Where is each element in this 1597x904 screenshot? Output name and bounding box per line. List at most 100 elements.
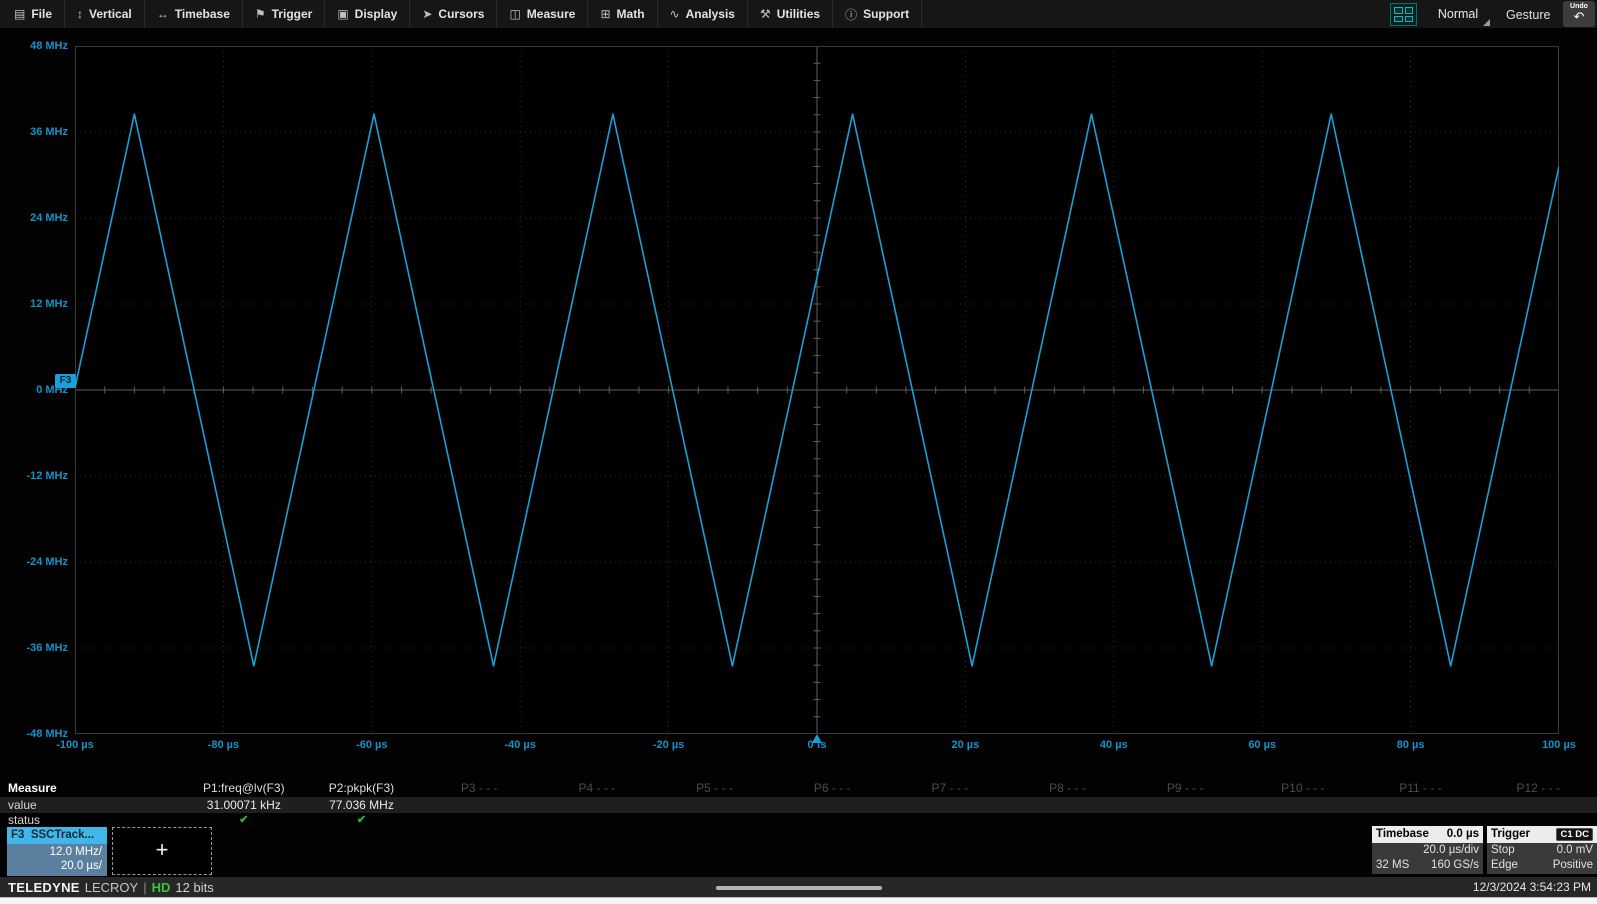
file-icon: ▤ <box>14 7 25 21</box>
menu-item-analysis[interactable]: ∿Analysis <box>658 0 748 28</box>
menu-item-math[interactable]: ⊞ Math <box>588 0 657 28</box>
brand-separator: | <box>143 877 146 898</box>
menu-item-label: Utilities <box>777 7 820 21</box>
measure-value-P2: 77.036 MHz <box>303 797 421 813</box>
y-tick-label: -36 MHz <box>26 642 68 654</box>
x-tick-label: -60 µs <box>356 739 387 751</box>
timebase-sampling-row: 32 MS 160 GS/s <box>1372 858 1483 873</box>
menu-item-file[interactable]: ▤ File <box>2 0 65 28</box>
measure-header-P3[interactable]: P3 - - - <box>420 780 538 797</box>
y-tick-label: -24 MHz <box>26 556 68 568</box>
vertical-icon: ↕ <box>77 7 83 21</box>
y-tick-label: 12 MHz <box>30 298 68 310</box>
menu-item-label: Math <box>617 7 645 21</box>
gesture-button[interactable]: Gesture <box>1506 0 1550 28</box>
brand-lecroy: LECROY <box>85 877 138 898</box>
menu-item-label: Cursors <box>438 7 484 21</box>
trigger-type-row: Edge Positive <box>1487 858 1597 873</box>
grid-cell-icon <box>1405 7 1414 14</box>
menu-item-utilities[interactable]: ⚒ Utilities <box>748 0 833 28</box>
menu-item-support[interactable]: ⓘ Support <box>833 0 922 28</box>
trace-descriptor-header: F3 SSCTrack... <box>7 827 107 844</box>
support-icon: ⓘ <box>845 6 857 23</box>
trace-ground-badge[interactable]: F3 <box>55 374 76 388</box>
measure-icon: ◫ <box>509 7 520 21</box>
y-tick-label: 36 MHz <box>30 126 68 138</box>
measure-row-label: value <box>8 797 37 813</box>
grid-cell-icon <box>1394 16 1403 23</box>
status-bar: TELEDYNE LECROY | HD 12 bits 12/3/2024 3… <box>0 876 1597 898</box>
taskbar-grab-handle[interactable] <box>716 886 882 890</box>
trigger-source-badge: C1 DC <box>1556 828 1593 841</box>
measure-status-row: status✔✔ <box>0 813 1597 828</box>
trigger-flag-icon: ⚑ <box>255 7 266 21</box>
x-axis-labels: -100 µs-80 µs-60 µs-40 µs-20 µs0 fs20 µs… <box>75 735 1559 757</box>
cursors-icon: ➤ <box>422 7 432 21</box>
x-tick-label: 60 µs <box>1248 739 1276 751</box>
menu-item-vertical[interactable]: ↕Vertical <box>65 0 145 28</box>
menu-item-label: Trigger <box>272 7 313 21</box>
menu-bar: ▤File↕Vertical↔Timebase⚑Trigger▣Display➤… <box>0 0 1597 29</box>
measure-header-P10[interactable]: P10 - - - <box>1244 780 1362 797</box>
display-mode-select[interactable]: Normal <box>1424 0 1492 28</box>
datetime-label: 12/3/2024 3:54:23 PM <box>1473 877 1591 898</box>
measure-header-row: Measure P1:freq@lv(F3)P2:pkpk(F3)P3 - - -… <box>0 780 1597 797</box>
x-tick-label: -40 µs <box>504 739 535 751</box>
x-tick-label: -80 µs <box>208 739 239 751</box>
trigger-slope: Positive <box>1553 858 1593 873</box>
y-tick-label: -12 MHz <box>26 470 68 482</box>
measure-header-P12[interactable]: P12 - - - <box>1479 780 1597 797</box>
timebase-box[interactable]: Timebase 0.0 µs 20.0 µs/div 32 MS 160 GS… <box>1372 826 1483 874</box>
waveform-plot[interactable] <box>75 46 1559 734</box>
measure-table: Measure P1:freq@lv(F3)P2:pkpk(F3)P3 - - -… <box>0 780 1597 828</box>
dropdown-corner-icon <box>1483 19 1490 26</box>
measure-status-P2: ✔ <box>303 813 421 828</box>
menu-item-label: Analysis <box>686 7 735 21</box>
y-axis-labels: 48 MHz36 MHz24 MHz12 MHz0 MHz-12 MHz-24 … <box>0 46 71 734</box>
display-mode-label: Normal <box>1438 7 1478 21</box>
measure-header-P11[interactable]: P11 - - - <box>1362 780 1480 797</box>
timebase-sample-rate: 160 GS/s <box>1431 858 1479 873</box>
math-icon: ⊞ <box>600 7 610 21</box>
grid-layout-button[interactable] <box>1390 3 1417 26</box>
measure-header-P8[interactable]: P8 - - - <box>1009 780 1127 797</box>
trigger-level: 0.0 mV <box>1557 843 1593 858</box>
measure-header-P1[interactable]: P1:freq@lv(F3) <box>185 780 303 797</box>
grid-cell-icon <box>1394 7 1403 14</box>
measure-header-P9[interactable]: P9 - - - <box>1126 780 1244 797</box>
measure-row-label: Measure <box>8 780 57 797</box>
menu-item-timebase[interactable]: ↔Timebase <box>145 0 243 28</box>
undo-button[interactable]: Undo ↶ <box>1563 1 1595 27</box>
trace-descriptor-f3[interactable]: F3 SSCTrack... 12.0 MHz/ 20.0 µs/ <box>7 827 107 875</box>
timebase-header: Timebase 0.0 µs <box>1372 826 1483 843</box>
x-tick-label: -100 µs <box>56 739 94 751</box>
add-trace-button[interactable]: + <box>112 827 212 875</box>
timebase-icon: ↔ <box>157 7 169 21</box>
plot-area[interactable] <box>75 46 1559 734</box>
oscilloscope-screen: ▤File↕Vertical↔Timebase⚑Trigger▣Display➤… <box>0 0 1597 904</box>
x-tick-label: -20 µs <box>653 739 684 751</box>
timebase-offset: 0.0 µs <box>1447 826 1479 843</box>
menu-item-measure[interactable]: ◫Measure <box>497 0 588 28</box>
utilities-icon: ⚒ <box>760 7 771 21</box>
trigger-type: Edge <box>1491 858 1518 873</box>
menu-item-label: Support <box>863 7 909 21</box>
measure-header-P5[interactable]: P5 - - - <box>656 780 774 797</box>
menu-item-display[interactable]: ▣Display <box>325 0 410 28</box>
trigger-title: Trigger <box>1491 826 1530 843</box>
trigger-header: Trigger C1 DC <box>1487 826 1597 843</box>
measure-header-P4[interactable]: P4 - - - <box>538 780 656 797</box>
trace-vertical-scale: 12.0 MHz/ <box>7 845 102 859</box>
measure-header-P7[interactable]: P7 - - - <box>891 780 1009 797</box>
measure-header-P2[interactable]: P2:pkpk(F3) <box>303 780 421 797</box>
trace-name: SSCTrack... <box>31 829 94 841</box>
x-tick-label: 80 µs <box>1397 739 1425 751</box>
hd-badge: HD <box>152 877 171 898</box>
display-icon: ▣ <box>337 7 348 21</box>
menu-item-label: File <box>31 7 52 21</box>
menu-item-trigger[interactable]: ⚑ Trigger <box>243 0 325 28</box>
measure-header-P6[interactable]: P6 - - - <box>773 780 891 797</box>
trigger-box[interactable]: Trigger C1 DC Stop 0.0 mV Edge Positive <box>1487 826 1597 874</box>
menu-item-cursors[interactable]: ➤ Cursors <box>410 0 497 28</box>
bit-depth-label: 12 bits <box>175 877 213 898</box>
